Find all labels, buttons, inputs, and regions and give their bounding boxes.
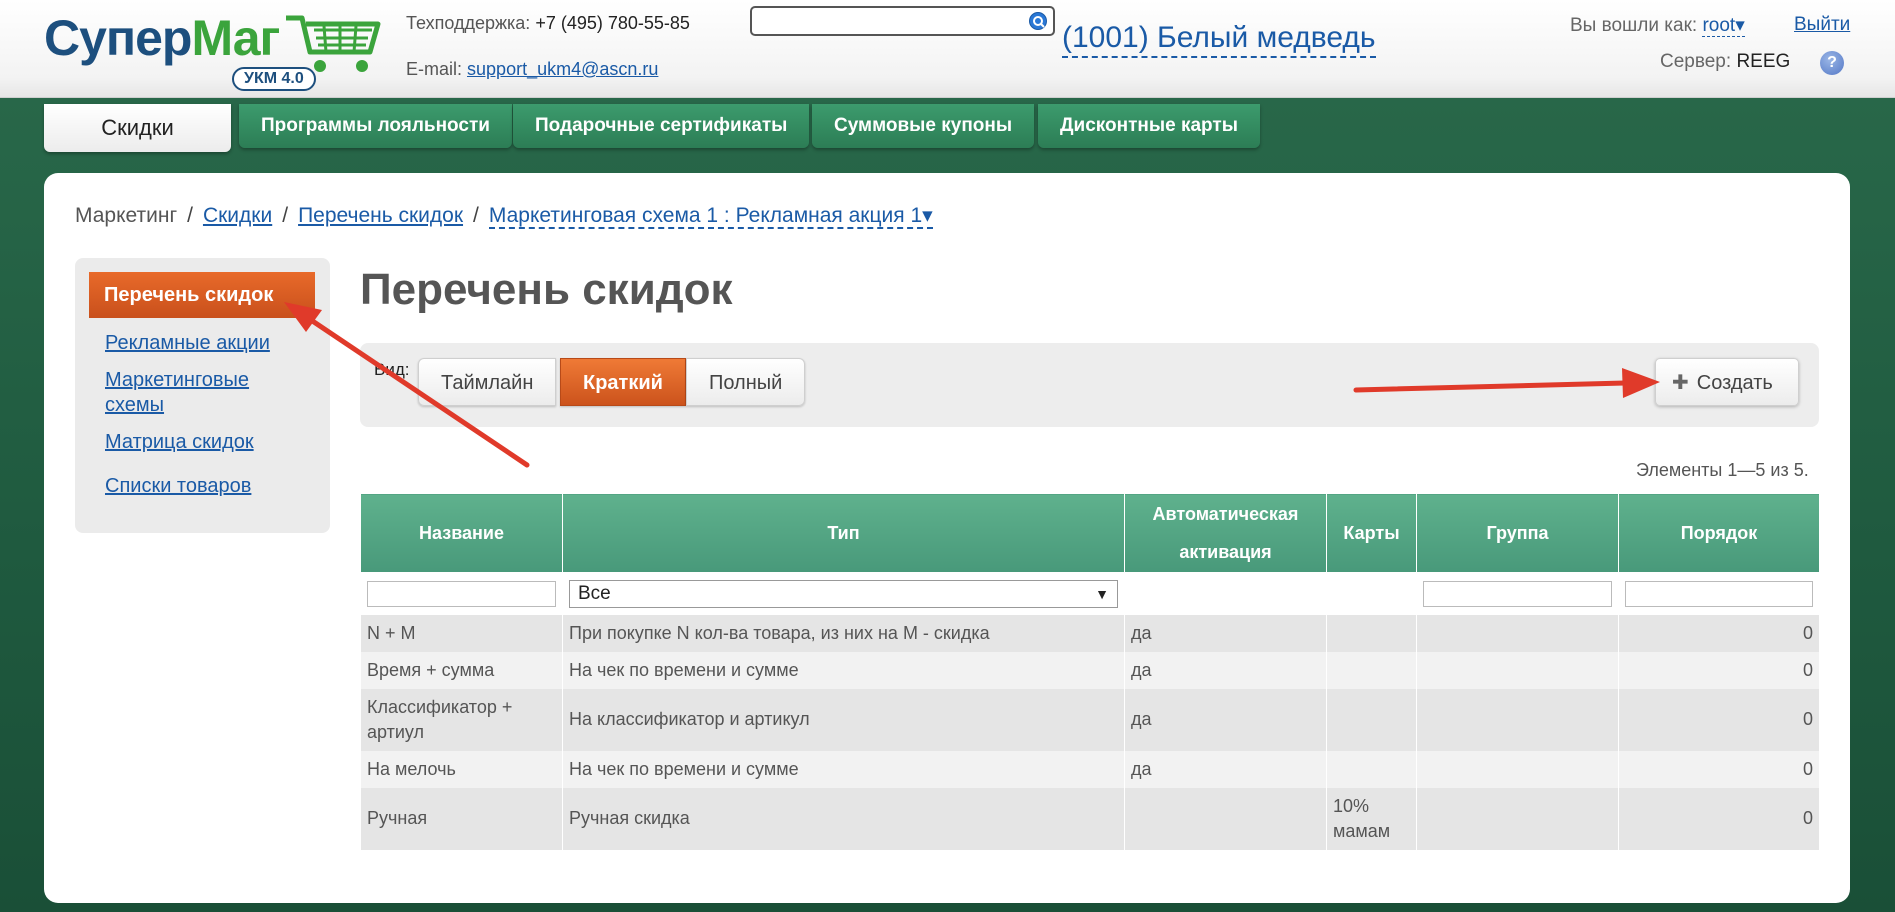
chevron-down-icon: ▾ [922,204,933,227]
breadcrumb-discount-list[interactable]: Перечень скидок [298,204,463,227]
cell-type: Ручная скидка [562,787,1125,850]
table-row[interactable]: Время + сумма На чек по времени и сумме … [360,651,1820,689]
support-email-link[interactable]: support_ukm4@ascn.ru [467,59,658,79]
cell-auto: да [1124,651,1327,689]
cell-name: N + M [360,614,563,652]
cell-group [1416,688,1619,751]
filter-row: Все ▼ [360,572,1820,615]
user-info: Вы вошли как: root▾ [1570,14,1745,37]
support-label: Техподдержка: [406,13,531,33]
server-name: REEG [1736,51,1791,72]
sidebar-item-discount-matrix[interactable]: Матрица скидок [105,430,305,455]
column-header-group[interactable]: Группа [1416,493,1619,573]
cell-group [1416,614,1619,652]
cell-name: Ручная [360,787,563,850]
sidebar-item-product-lists[interactable]: Списки товаров [105,474,305,499]
shop-selector[interactable]: (1001) Белый медведь [1062,20,1376,58]
column-header-order[interactable]: Порядок [1618,493,1820,573]
type-filter-select[interactable]: Все ▼ [569,579,1118,608]
cell-name: Классификатор + артиул [360,688,563,751]
breadcrumb-root: Маркетинг [75,204,178,227]
cell-type: На классификатор и артикул [562,688,1125,751]
page-title: Перечень скидок [360,265,733,314]
plus-icon: ✚ [1672,372,1689,394]
cell-order: 0 [1618,787,1820,850]
search-icon[interactable] [1029,12,1047,30]
sidebar-item-marketing-schemes[interactable]: Маркетинговые схемы [105,368,305,418]
table-row[interactable]: N + M При покупке N кол-ва товара, из ни… [360,614,1820,652]
dropdown-arrow-icon: ▼ [1095,585,1109,602]
column-header-name[interactable]: Название [360,493,563,573]
logged-in-label: Вы вошли как: [1570,15,1698,36]
cell-cards [1326,614,1417,652]
search-input[interactable] [750,6,1055,36]
cell-cards [1326,651,1417,689]
cell-group [1416,787,1619,850]
cell-order: 0 [1618,651,1820,689]
column-header-cards[interactable]: Карты [1326,493,1417,573]
discounts-table: Название Тип Автоматическая активация Ка… [360,493,1820,850]
name-filter-input[interactable] [367,580,556,607]
cell-name: На мелочь [360,750,563,788]
sidebar: Перечень скидок Рекламные акции Маркетин… [75,258,330,533]
breadcrumb-discounts[interactable]: Скидки [203,204,272,227]
logo-wordmark: СуперМаг [44,10,280,66]
version-badge: УКМ 4.0 [232,67,316,91]
view-brief-button[interactable]: Краткий [560,358,686,406]
breadcrumb-scheme-selector[interactable]: Маркетинговая схема 1 : Рекламная акция … [488,204,933,229]
cell-order: 0 [1618,688,1820,751]
support-info: Техподдержка: +7 (495) 780-55-85 E-mail:… [406,10,690,82]
column-header-auto-activation[interactable]: Автоматическая активация [1124,493,1327,573]
cell-auto: да [1124,614,1327,652]
app-header: СуперМаг УКМ 4.0 Техподдержка: +7 (495) … [0,0,1895,98]
cell-group [1416,750,1619,788]
cell-type: При покупке N кол-ва товара, из них на M… [562,614,1125,652]
table-row[interactable]: Классификатор + артиул На классификатор … [360,688,1820,751]
tab-discounts[interactable]: Скидки [44,104,231,152]
help-icon[interactable]: ? [1820,51,1844,75]
breadcrumb: Маркетинг / Скидки / Перечень скидок / Маркети… [75,204,933,229]
cell-auto [1124,787,1327,850]
content-panel: Маркетинг / Скидки / Перечень скидок / Маркети… [44,173,1850,903]
view-timeline-button[interactable]: Таймлайн [418,358,557,406]
tab-gift-certificates[interactable]: Подарочные сертификаты [513,104,810,148]
cell-order: 0 [1618,614,1820,652]
table-row[interactable]: Ручная Ручная скидка 10% мамам 0 [360,787,1820,850]
cell-order: 0 [1618,750,1820,788]
support-phone: +7 (495) 780-55-85 [535,13,690,33]
cell-cards [1326,688,1417,751]
items-count: Элементы 1—5 из 5. [1636,460,1809,480]
group-filter-input[interactable] [1423,580,1612,607]
create-label: Создать [1696,372,1773,394]
order-filter-input[interactable] [1625,580,1813,607]
server-info: Сервер: REEG [1660,51,1790,73]
email-label: E-mail: [406,59,463,79]
logout-link[interactable]: Выйти [1794,14,1850,36]
cell-cards: 10% мамам [1326,787,1417,850]
tab-discount-cards[interactable]: Дисконтные карты [1038,104,1260,148]
cell-cards [1326,750,1417,788]
supermag-logo[interactable]: СуперМаг УКМ 4.0 [44,8,381,91]
view-label: Вид: [374,360,410,379]
cell-group [1416,651,1619,689]
view-full-button[interactable]: Полный [686,358,806,406]
view-toolbar: Вид: Таймлайн Краткий Полный ✚ Создать [360,343,1819,427]
user-menu-link[interactable]: root▾ [1702,15,1745,37]
column-header-type[interactable]: Тип [562,493,1125,573]
sidebar-item-ad-campaigns[interactable]: Рекламные акции [105,331,305,356]
sidebar-item-discount-list[interactable]: Перечень скидок [89,272,315,318]
cell-type: На чек по времени и сумме [562,750,1125,788]
cell-type: На чек по времени и сумме [562,651,1125,689]
table-row[interactable]: На мелочь На чек по времени и сумме да 0 [360,750,1820,788]
tab-sum-coupons[interactable]: Суммовые купоны [812,104,1035,148]
tab-loyalty-programs[interactable]: Программы лояльности [239,104,512,148]
create-button[interactable]: ✚ Создать [1655,358,1799,406]
cell-name: Время + сумма [360,651,563,689]
cell-auto: да [1124,750,1327,788]
cell-auto: да [1124,688,1327,751]
chevron-down-icon: ▾ [1735,15,1745,36]
server-label: Сервер: [1660,51,1732,72]
